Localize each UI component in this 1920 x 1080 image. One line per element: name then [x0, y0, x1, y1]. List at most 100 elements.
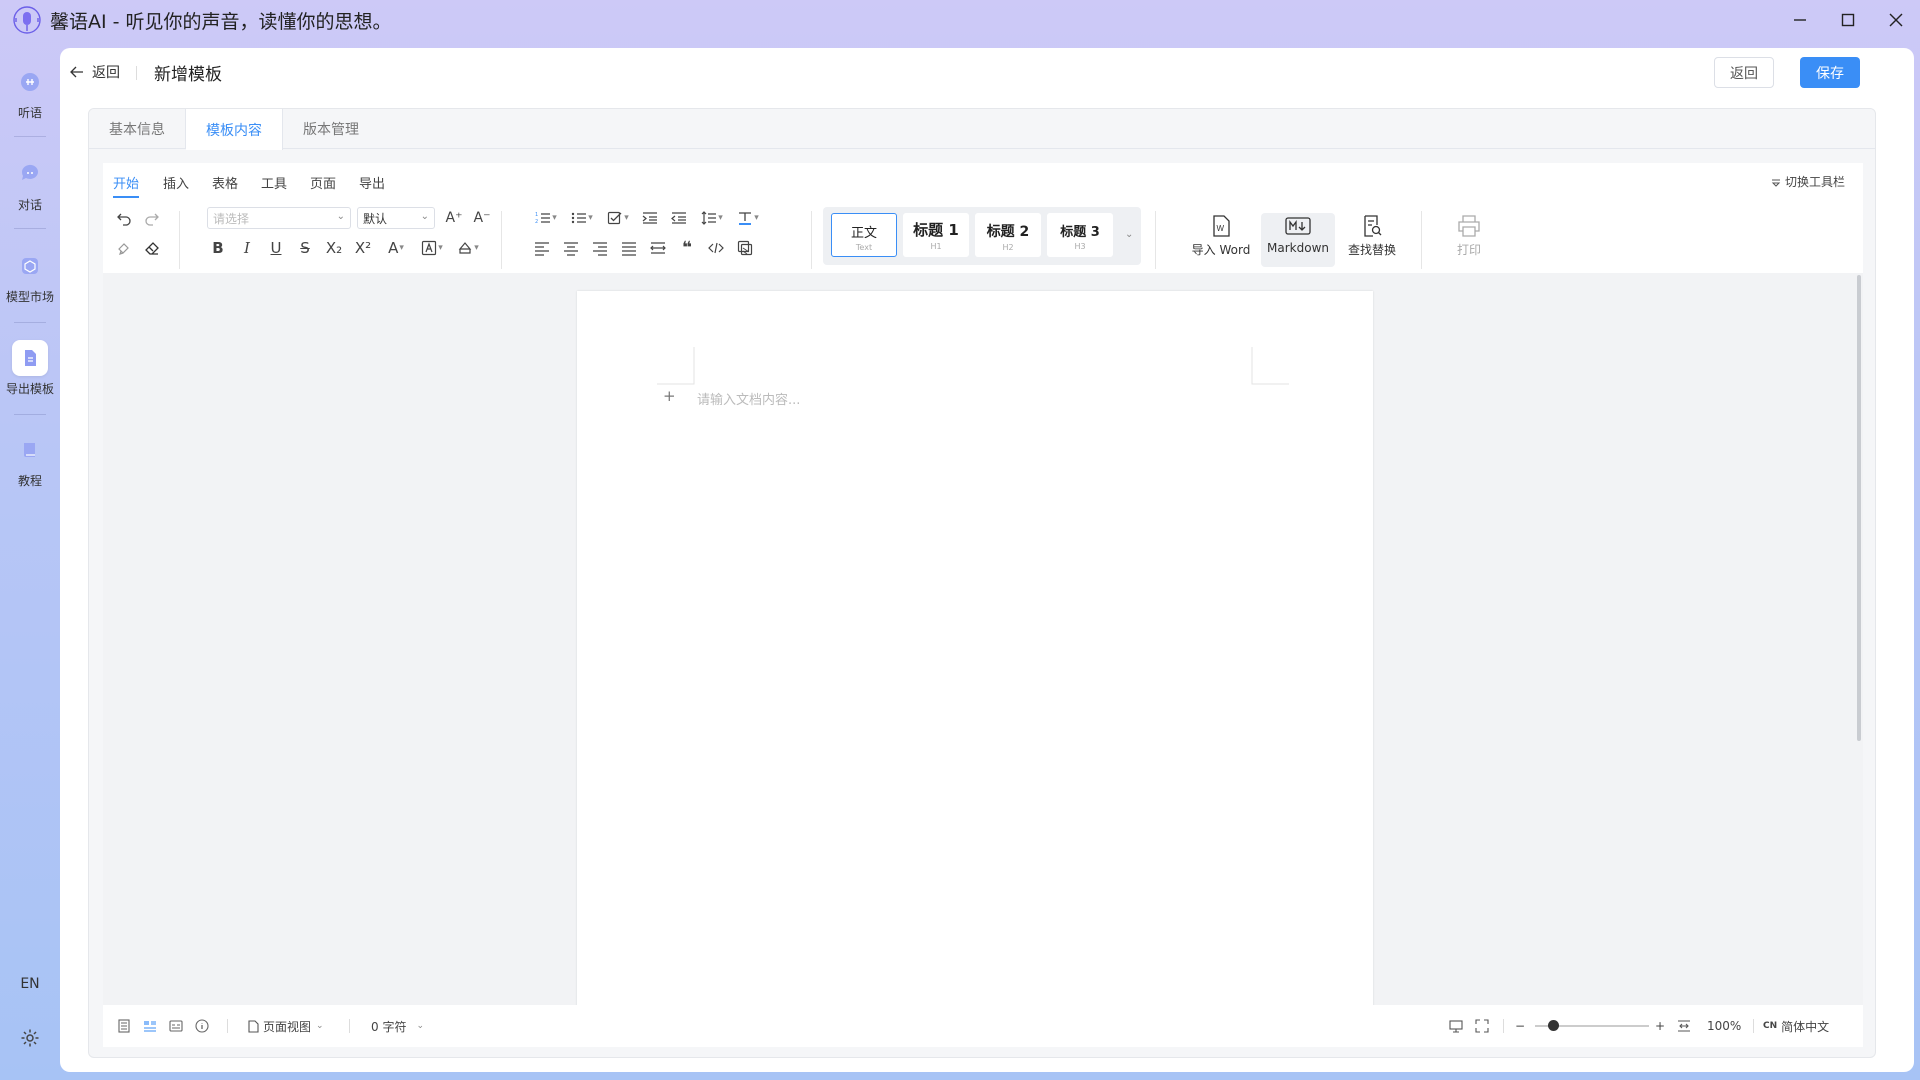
outdent-button[interactable]	[668, 207, 690, 229]
background-color-button[interactable]: ▾	[453, 237, 483, 259]
code-block-button[interactable]	[734, 237, 756, 259]
redo-button[interactable]	[141, 207, 163, 229]
document-scrollbar[interactable]	[1857, 275, 1861, 741]
menu-export[interactable]: 导出	[359, 173, 385, 192]
rail-item-chat[interactable]: 对话	[0, 156, 60, 213]
text-style-button[interactable]: ▾	[733, 207, 763, 229]
page-icon	[248, 1019, 259, 1033]
find-replace-label: 查找替换	[1347, 243, 1396, 257]
fullscreen-button[interactable]	[1475, 1016, 1489, 1036]
import-word-button[interactable]: W 导入 Word	[1187, 213, 1255, 267]
subscript-icon: X₂	[325, 239, 343, 257]
task-list-button[interactable]: ▾	[603, 207, 633, 229]
zoom-slider-knob[interactable]	[1547, 1020, 1559, 1031]
presentation-button[interactable]	[1449, 1016, 1463, 1036]
rail-label: 听语	[17, 106, 42, 120]
underline-button[interactable]: U	[265, 237, 287, 259]
rail-label: 对话	[17, 198, 42, 212]
clear-format-button[interactable]	[141, 237, 163, 259]
ordered-list-button[interactable]: 12 ▾	[531, 207, 561, 229]
tab-version-management[interactable]: 版本管理	[283, 109, 379, 149]
style-heading-2[interactable]: 标题 2 H2	[975, 213, 1041, 257]
blockquote-button[interactable]: ❝	[676, 237, 698, 259]
page-margin-corner-top-right	[1251, 347, 1289, 385]
zoom-level[interactable]: 100%	[1707, 1016, 1741, 1036]
document-content-placeholder[interactable]: 请输入文档内容...	[697, 389, 800, 408]
styles-more-chevron-icon[interactable]: ⌄	[1125, 229, 1133, 240]
code-button[interactable]	[705, 237, 727, 259]
style-text[interactable]: 正文 Text	[831, 213, 897, 257]
rail-item-listen[interactable]: 听语	[0, 64, 60, 121]
zoom-out-button[interactable]: −	[1515, 1016, 1525, 1036]
presentation-icon	[1449, 1020, 1463, 1033]
font-family-placeholder: 请选择	[213, 211, 250, 226]
menu-insert[interactable]: 插入	[163, 173, 189, 192]
undo-button[interactable]	[113, 207, 135, 229]
highlight-button[interactable]: ▾	[417, 237, 447, 259]
page-view-toggle[interactable]	[143, 1016, 157, 1036]
settings-gear-icon[interactable]	[20, 1028, 40, 1048]
tab-template-content[interactable]: 模板内容	[186, 109, 283, 150]
rail-item-tutorial[interactable]: 教程	[0, 432, 60, 489]
model-cube-icon	[12, 248, 48, 284]
tab-basic-info[interactable]: 基本信息	[89, 109, 186, 149]
fit-width-button[interactable]	[1677, 1016, 1691, 1036]
bold-button[interactable]: B	[207, 237, 229, 259]
zoom-in-button[interactable]: +	[1655, 1016, 1665, 1036]
menu-start[interactable]: 开始	[113, 173, 140, 198]
toolbar-separator	[811, 211, 812, 269]
style-heading-3[interactable]: 标题 3 H3	[1047, 213, 1113, 257]
page-title: 新增模板	[154, 65, 222, 85]
decrease-font-button[interactable]: A⁻	[471, 207, 493, 229]
save-button[interactable]: 保存	[1800, 57, 1860, 88]
align-justify-button[interactable]	[618, 237, 640, 259]
font-color-button[interactable]: A ▾	[381, 237, 411, 259]
menu-tools[interactable]: 工具	[261, 173, 287, 192]
find-replace-button[interactable]: 查找替换	[1341, 213, 1403, 267]
toggle-toolbar-button[interactable]: 切换工具栏	[1771, 173, 1845, 190]
increase-font-button[interactable]: A⁺	[443, 207, 465, 229]
superscript-button[interactable]: X²	[352, 237, 374, 259]
word-file-icon: W	[1187, 213, 1255, 239]
line-height-button[interactable]: ▾	[697, 207, 727, 229]
distribute-button[interactable]	[647, 237, 669, 259]
outline-toggle[interactable]	[117, 1016, 131, 1036]
info-button[interactable]	[195, 1016, 209, 1036]
bullet-list-button[interactable]: ▾	[567, 207, 597, 229]
font-size-select[interactable]: 默认 ⌄	[357, 207, 435, 229]
indent-button[interactable]	[639, 207, 661, 229]
strikethrough-button[interactable]: S	[294, 237, 316, 259]
maximize-button[interactable]	[1824, 0, 1872, 40]
italic-button[interactable]: I	[236, 237, 258, 259]
language-toggle[interactable]: EN	[0, 976, 60, 992]
back-link[interactable]: 返回	[70, 62, 120, 82]
minimize-button[interactable]	[1776, 0, 1824, 40]
menu-page[interactable]: 页面	[310, 173, 336, 192]
view-mode-select[interactable]: 页面视图 ⌄	[247, 1016, 324, 1036]
font-family-select[interactable]: 请选择 ⌄	[207, 207, 351, 229]
tab-bar: 基本信息 模板内容 版本管理	[89, 109, 1875, 150]
close-button[interactable]	[1872, 0, 1920, 40]
char-count-select[interactable]: 0 字符 ⌄	[371, 1016, 424, 1036]
align-center-button[interactable]	[560, 237, 582, 259]
print-button[interactable]: 打印	[1441, 213, 1497, 267]
undo-icon	[117, 213, 131, 226]
align-right-button[interactable]	[589, 237, 611, 259]
svg-text:1: 1	[535, 212, 538, 218]
subscript-button[interactable]: X₂	[323, 237, 345, 259]
web-view-toggle[interactable]	[169, 1016, 183, 1036]
menu-table[interactable]: 表格	[212, 173, 238, 192]
bullet-list-icon	[572, 212, 587, 224]
add-block-plus-icon[interactable]: +	[663, 387, 676, 405]
page-layout-icon	[144, 1021, 156, 1032]
document-page[interactable]: + 请输入文档内容...	[577, 291, 1373, 1005]
style-heading-1-sub: H1	[930, 242, 942, 251]
rail-item-export-template[interactable]: 导出模板	[0, 340, 60, 397]
align-left-button[interactable]	[531, 237, 553, 259]
markdown-button[interactable]: Markdown	[1261, 213, 1335, 267]
rail-item-model-market[interactable]: 模型市场	[0, 248, 60, 305]
language-select[interactable]: CN 简体中文	[1763, 1016, 1829, 1036]
format-painter-button[interactable]	[113, 237, 135, 259]
style-heading-1[interactable]: 标题 1 H1	[903, 213, 969, 257]
cancel-button[interactable]: 返回	[1714, 57, 1774, 88]
